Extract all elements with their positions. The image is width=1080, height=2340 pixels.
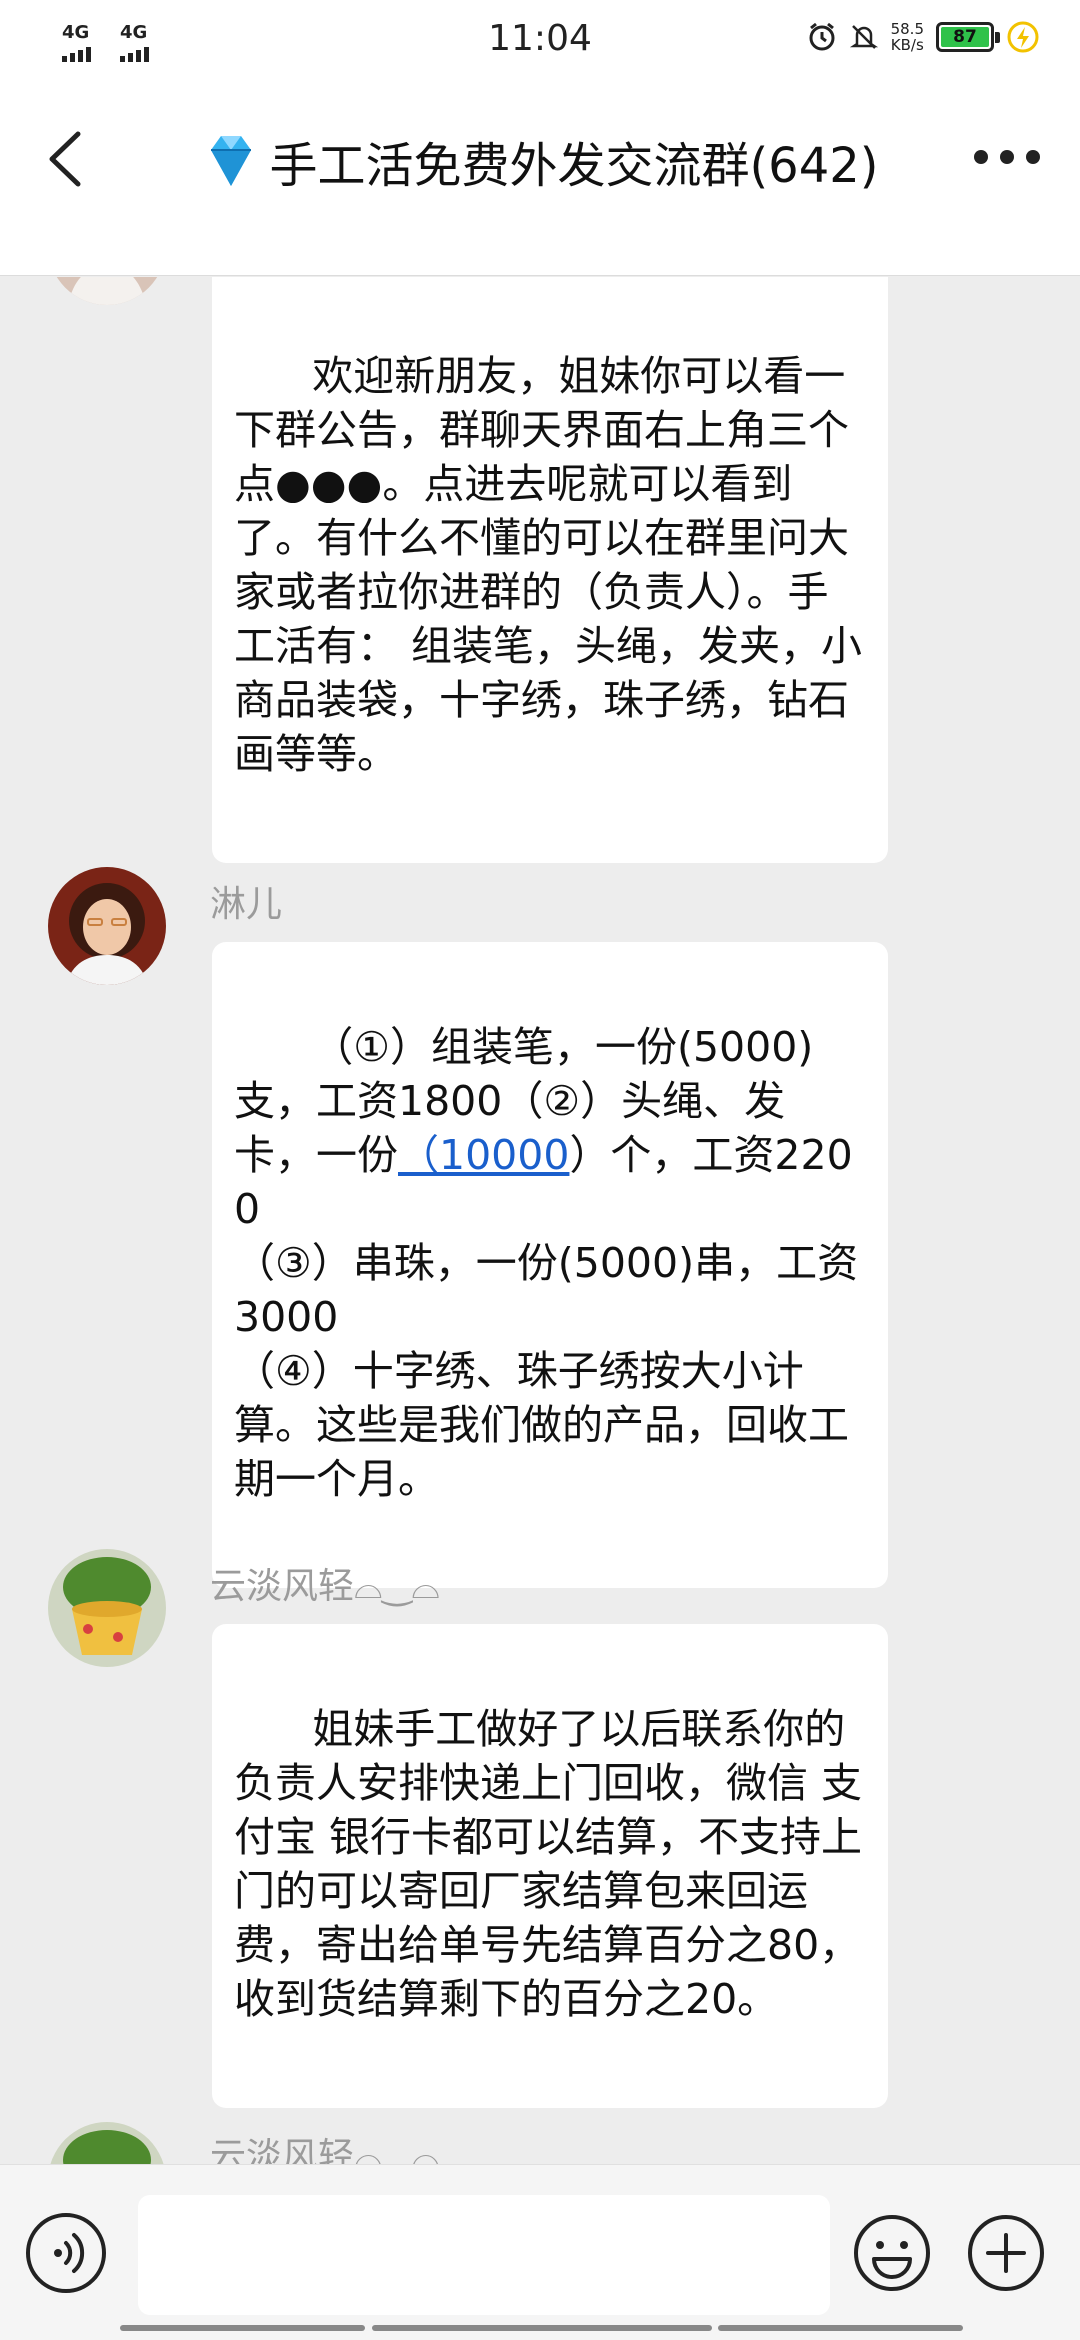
avatar[interactable] xyxy=(48,277,166,305)
page-title: 手工活免费外发交流群(642) xyxy=(0,126,1080,202)
more-functions-button[interactable] xyxy=(966,2213,1046,2293)
avatar[interactable] xyxy=(48,2122,166,2164)
network-speed: 58.5 KB/s xyxy=(890,20,924,54)
more-options-button[interactable] xyxy=(974,150,1040,164)
message-text: ）个，工资2200 （③）串珠，一份(5000)串，工资3000 （④）十字绣、… xyxy=(234,1131,859,1503)
emoji-button[interactable] xyxy=(852,2213,932,2293)
message-link[interactable]: （10000 xyxy=(398,1131,569,1179)
sender-name: 云淡风轻⌓‿⌓ xyxy=(210,1566,440,1607)
diamond-icon xyxy=(201,130,261,202)
charging-icon xyxy=(1006,20,1040,54)
emoji-icon xyxy=(854,2215,930,2291)
voice-input-button[interactable] xyxy=(26,2213,106,2293)
avatar[interactable] xyxy=(48,867,166,985)
group-name: 手工活免费外发交流群(642) xyxy=(269,138,879,194)
gesture-bar xyxy=(120,2325,365,2331)
gesture-bar xyxy=(718,2325,963,2331)
gesture-bar xyxy=(372,2325,712,2331)
alarm-icon xyxy=(807,22,837,52)
message-text: 欢迎新朋友，姐妹你可以看一下群公告，群聊天界面右上角三个点●●●。点进去呢就可以… xyxy=(234,352,863,778)
message-list[interactable]: 欢迎新朋友，姐妹你可以看一下群公告，群聊天界面右上角三个点●●●。点进去呢就可以… xyxy=(0,277,1080,2164)
message-input[interactable] xyxy=(138,2195,830,2315)
chat-header: 手工活免费外发交流群(642) xyxy=(0,84,1080,276)
battery-icon: 87 xyxy=(936,22,1000,52)
sender-name: 云淡风轻⌓‿⌓ xyxy=(210,2136,440,2164)
message-bubble[interactable]: （①）组装笔，一份(5000)支，工资1800（②）头绳、发卡，一份（10000… xyxy=(212,942,888,1588)
input-bar xyxy=(0,2164,1080,2340)
voice-icon xyxy=(54,2233,85,2273)
message-bubble[interactable]: 姐妹手工做好了以后联系你的负责人安排快递上门回收，微信 支付宝 银行卡都可以结算… xyxy=(212,1624,888,2108)
chat-screen: 4G 4G 11:04 58.5 KB/s 87 手工活免费外发交流群(642)… xyxy=(0,0,1080,2340)
sender-name: 淋儿 xyxy=(210,884,283,925)
plus-icon xyxy=(968,2215,1044,2291)
avatar[interactable] xyxy=(48,1549,166,1667)
message-text: 姐妹手工做好了以后联系你的负责人安排快递上门回收，微信 支付宝 银行卡都可以结算… xyxy=(234,1705,863,2023)
mute-icon xyxy=(849,22,879,52)
status-bar: 4G 4G 11:04 58.5 KB/s 87 xyxy=(0,0,1080,84)
message-bubble[interactable]: 欢迎新朋友，姐妹你可以看一下群公告，群聊天界面右上角三个点●●●。点进去呢就可以… xyxy=(212,277,888,863)
battery-level: 87 xyxy=(941,27,989,47)
